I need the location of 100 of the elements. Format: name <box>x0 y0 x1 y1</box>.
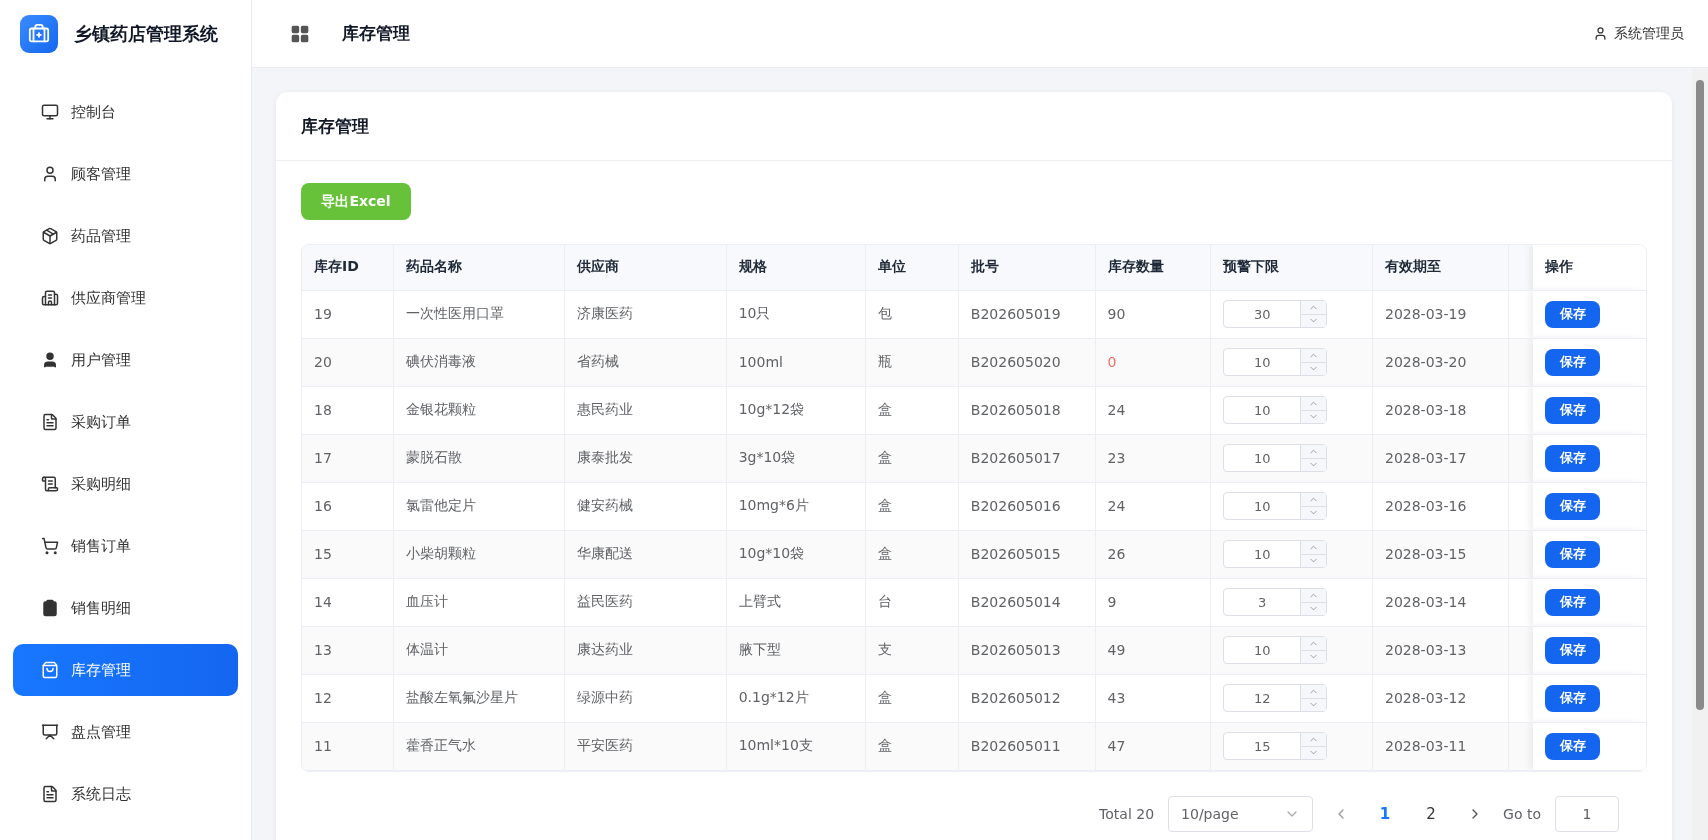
table-cell: B202605016 <box>958 482 1096 530</box>
column-header: 库存ID <box>302 245 394 290</box>
column-header: 供应商 <box>564 245 727 290</box>
user-menu[interactable]: 系统管理员 <box>1593 24 1684 43</box>
table-cell: B202605019 <box>958 290 1096 338</box>
page-size-select[interactable]: 10/page <box>1168 795 1314 832</box>
sidebar-item[interactable]: 销售订单 <box>13 520 238 572</box>
save-button[interactable]: 保存 <box>1545 444 1601 472</box>
save-button[interactable]: 保存 <box>1545 492 1601 520</box>
menu-icon[interactable] <box>290 23 310 44</box>
package-icon <box>41 227 59 245</box>
table-cell: 10g*10袋 <box>726 530 866 578</box>
goto-label: Go to <box>1503 805 1541 822</box>
number-field[interactable]: 15 <box>1223 732 1328 760</box>
table-cell: 20 <box>302 338 394 386</box>
table-cell: 2028-03-13 <box>1372 626 1509 674</box>
building-icon <box>41 289 59 307</box>
save-button[interactable]: 保存 <box>1545 684 1601 712</box>
goto-field[interactable]: 1 <box>1555 795 1619 832</box>
sidebar-item[interactable]: 用户管理 <box>13 334 238 386</box>
column-header: 操作 <box>1533 245 1646 290</box>
table-cell: 金银花颗粒 <box>393 386 565 434</box>
sidebar-item[interactable]: 顾客管理 <box>13 148 238 200</box>
table-cell: B202605013 <box>958 626 1096 674</box>
sidebar-item[interactable]: 供应商管理 <box>13 272 238 324</box>
table-cell: 3g*10袋 <box>726 434 866 482</box>
sidebar-item[interactable]: 库存管理 <box>13 644 238 696</box>
column-header: 有效期至 <box>1372 245 1509 290</box>
table-cell: 绿源中药 <box>564 674 727 722</box>
number-field[interactable]: 10 <box>1223 348 1328 376</box>
number-field[interactable]: 10 <box>1223 444 1328 472</box>
table-cell: B202605011 <box>958 722 1096 770</box>
number-field[interactable]: 10 <box>1223 636 1328 664</box>
table-cell: B202605015 <box>958 530 1096 578</box>
table-cell: 2028-03-12 <box>1372 674 1509 722</box>
number-field[interactable]: 30 <box>1223 300 1328 328</box>
save-button[interactable]: 保存 <box>1545 636 1601 664</box>
table-cell: 17 <box>302 434 394 482</box>
table-cell: 盒 <box>865 674 959 722</box>
save-button[interactable]: 保存 <box>1545 732 1601 760</box>
save-button[interactable]: 保存 <box>1545 300 1601 328</box>
sidebar-item[interactable]: 系统日志 <box>13 768 238 820</box>
table-cell: 氯雷他定片 <box>393 482 565 530</box>
table-cell: 小柴胡颗粒 <box>393 530 565 578</box>
app-logo-icon <box>20 15 58 53</box>
save-button[interactable]: 保存 <box>1545 540 1601 568</box>
sidebar-item[interactable]: 销售明细 <box>13 582 238 634</box>
table-cell: 10只 <box>726 290 866 338</box>
table-cell: 12 <box>302 674 394 722</box>
table-cell: 15 <box>302 530 394 578</box>
column-header: 库存数量 <box>1095 245 1211 290</box>
table-cell: 13 <box>302 626 394 674</box>
table-cell: 26 <box>1095 530 1211 578</box>
table-cell: 14 <box>302 578 394 626</box>
user-icon <box>1593 26 1608 41</box>
number-field[interactable]: 3 <box>1223 588 1328 616</box>
number-field[interactable]: 10 <box>1223 492 1328 520</box>
table-cell: 瓶 <box>865 338 959 386</box>
table-cell: 2028-03-16 <box>1372 482 1509 530</box>
sidebar-item[interactable]: 控制台 <box>13 86 238 138</box>
table-cell: 2028-03-20 <box>1372 338 1509 386</box>
sidebar-item[interactable]: 采购明细 <box>13 458 238 510</box>
document-icon <box>41 785 59 803</box>
table-cell: 健安药械 <box>564 482 727 530</box>
table-cell: 2028-03-18 <box>1372 386 1509 434</box>
table-cell: 血压计 <box>393 578 565 626</box>
number-field[interactable]: 10 <box>1223 396 1328 424</box>
table-cell: 2028-03-14 <box>1372 578 1509 626</box>
table-cell: 蒙脱石散 <box>393 434 565 482</box>
table-cell: 盒 <box>865 722 959 770</box>
table-cell: 康泰批发 <box>564 434 727 482</box>
table-cell: 华康配送 <box>564 530 727 578</box>
column-header: 批号 <box>958 245 1096 290</box>
page-button[interactable]: 1 <box>1369 803 1402 824</box>
table-cell: 盒 <box>865 482 959 530</box>
table-cell: 藿香正气水 <box>393 722 565 770</box>
table-cell: 上臂式 <box>726 578 866 626</box>
sidebar-item[interactable]: 药品管理 <box>13 210 238 262</box>
total-count: Total 20 <box>1099 805 1155 822</box>
number-field[interactable]: 12 <box>1223 684 1328 712</box>
table-cell: 盐酸左氧氟沙星片 <box>393 674 565 722</box>
save-button[interactable]: 保存 <box>1545 396 1601 424</box>
page-button[interactable]: 2 <box>1415 803 1448 824</box>
table-cell: B202605017 <box>958 434 1096 482</box>
table-cell: 盒 <box>865 434 959 482</box>
table-cell: B202605014 <box>958 578 1096 626</box>
table-cell: 43 <box>1095 674 1211 722</box>
table-cell: 9 <box>1095 578 1211 626</box>
presentation-icon <box>41 723 59 741</box>
save-button[interactable]: 保存 <box>1545 588 1601 616</box>
table-cell: 康达药业 <box>564 626 727 674</box>
monitor-icon <box>41 103 59 121</box>
sidebar-item[interactable]: 盘点管理 <box>13 706 238 758</box>
table-cell: B202605018 <box>958 386 1096 434</box>
sidebar-item[interactable]: 采购订单 <box>13 396 238 448</box>
scrollbar[interactable] <box>1692 68 1708 840</box>
number-field[interactable]: 10 <box>1223 540 1328 568</box>
table-cell: 盒 <box>865 530 959 578</box>
save-button[interactable]: 保存 <box>1545 348 1601 376</box>
cart-icon <box>41 537 59 555</box>
